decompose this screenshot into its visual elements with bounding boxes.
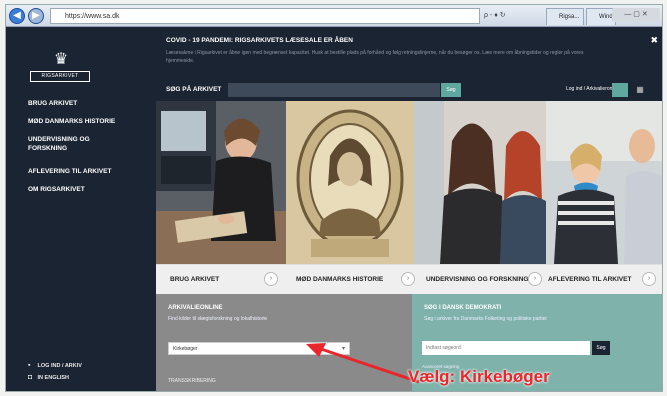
- window-controls[interactable]: — ▢ ✕: [612, 8, 660, 22]
- crown-icon: ♛: [53, 51, 69, 68]
- search-button[interactable]: Søg: [441, 83, 461, 97]
- search-input[interactable]: [228, 83, 440, 97]
- panel-subtitle: Søg i arkiver fra Danmarks Folketing og …: [424, 316, 548, 322]
- logo[interactable]: ♛ RIGSARKIVET: [30, 49, 90, 89]
- language-icon: ◘: [28, 374, 33, 381]
- grid-icon[interactable]: ▦: [632, 83, 648, 97]
- sidebar-item-brug-arkivet[interactable]: BRUG ARKIVET: [28, 99, 138, 108]
- sidebar-footer-english[interactable]: ◘ IN ENGLISH: [28, 373, 69, 383]
- address-bar[interactable]: https://www.sa.dk: [50, 8, 480, 24]
- sidebar-item-aflevering[interactable]: AFLEVERING TIL ARKIVET: [28, 167, 138, 176]
- search-label: SØG PÅ ARKIVET: [166, 86, 222, 93]
- user-icon: ▪: [28, 362, 31, 369]
- tab-aflevering[interactable]: AFLEVERING TIL ARKIVET: [548, 276, 631, 283]
- sidebar: ♛ RIGSARKIVET BRUG ARKIVET MØD DANMARKS …: [6, 27, 156, 391]
- notice-body: Læsesalene i Rigsarkivet er åbne igen me…: [166, 50, 584, 64]
- sidebar-item-om-rigsarkivet[interactable]: OM RIGSARKIVET: [28, 185, 138, 194]
- sidebar-item-mod-danmarks-historie[interactable]: MØD DANMARKS HISTORIE: [28, 117, 138, 126]
- browser-toolbar: ◀ ▶ https://www.sa.dk ρ - ♦ ↻ Rigsa... W…: [6, 5, 662, 27]
- logo-text: RIGSARKIVET: [30, 71, 90, 82]
- chevron-right-icon[interactable]: ›: [401, 272, 415, 286]
- photo-smiling-visitors[interactable]: [546, 101, 663, 264]
- search-bar: SØG PÅ ARKIVET Søg Log ind / Arkivaliero…: [156, 81, 662, 99]
- photo-archivist-reading[interactable]: [156, 101, 286, 264]
- notice-title: COVID - 19 PANDEMI: RIGSARKIVETS LÆSESAL…: [166, 37, 353, 44]
- close-icon[interactable]: ✖: [650, 35, 658, 46]
- chevron-right-icon[interactable]: ›: [642, 272, 656, 286]
- tab-brug-arkivet[interactable]: BRUG ARKIVET: [170, 276, 219, 283]
- chevron-right-icon[interactable]: ›: [264, 272, 278, 286]
- chevron-right-icon[interactable]: ›: [528, 272, 542, 286]
- sidebar-footer-label: IN ENGLISH: [37, 375, 70, 381]
- notice-banner: COVID - 19 PANDEMI: RIGSARKIVETS LÆSESAL…: [156, 27, 662, 77]
- forward-arrow-icon[interactable]: ▶: [28, 8, 44, 24]
- browser-window: ◀ ▶ https://www.sa.dk ρ - ♦ ↻ Rigsa... W…: [5, 4, 663, 392]
- sidebar-item-undervisning[interactable]: UNDERVISNING OG FORSKNING: [28, 135, 108, 153]
- annotation-label: Vælg: Kirkebøger: [408, 367, 550, 386]
- democracy-search-button[interactable]: Søg: [592, 341, 610, 355]
- back-arrow-icon[interactable]: ◀: [9, 8, 25, 24]
- democracy-search-input[interactable]: Indtast søgeord: [422, 341, 590, 355]
- panel-subtitle: Find kilder til slægtsforskning og lokal…: [168, 316, 268, 322]
- tab-undervisning[interactable]: UNDERVISNING OG FORSKNING: [426, 276, 528, 283]
- transcription-link[interactable]: TRANSSKRIBERING: [168, 378, 216, 384]
- tab-mod-danmarks-historie[interactable]: MØD DANMARKS HISTORIE: [296, 276, 383, 283]
- address-controls[interactable]: ρ - ♦ ↻: [484, 8, 554, 24]
- hero-photo-strip: [156, 101, 663, 264]
- browser-tab[interactable]: Rigsa...: [546, 8, 584, 25]
- section-nav: BRUG ARKIVET › MØD DANMARKS HISTORIE › U…: [156, 264, 662, 294]
- photo-students-reading[interactable]: [414, 101, 546, 264]
- sidebar-footer-label: LOG IND / ARKIV: [37, 363, 82, 369]
- panel-title: ARKIVALIEONLINE: [168, 305, 223, 311]
- annotation-arrow: [306, 343, 420, 384]
- sidebar-footer-login[interactable]: ▪ LOG IND / ARKIV: [28, 361, 82, 371]
- photo-historical-portrait[interactable]: [286, 101, 414, 264]
- menu-button[interactable]: [612, 83, 628, 97]
- panel-title: SØG I DANSK DEMOKRATI: [424, 305, 502, 311]
- source-select-value: Kirkebøger: [173, 346, 198, 352]
